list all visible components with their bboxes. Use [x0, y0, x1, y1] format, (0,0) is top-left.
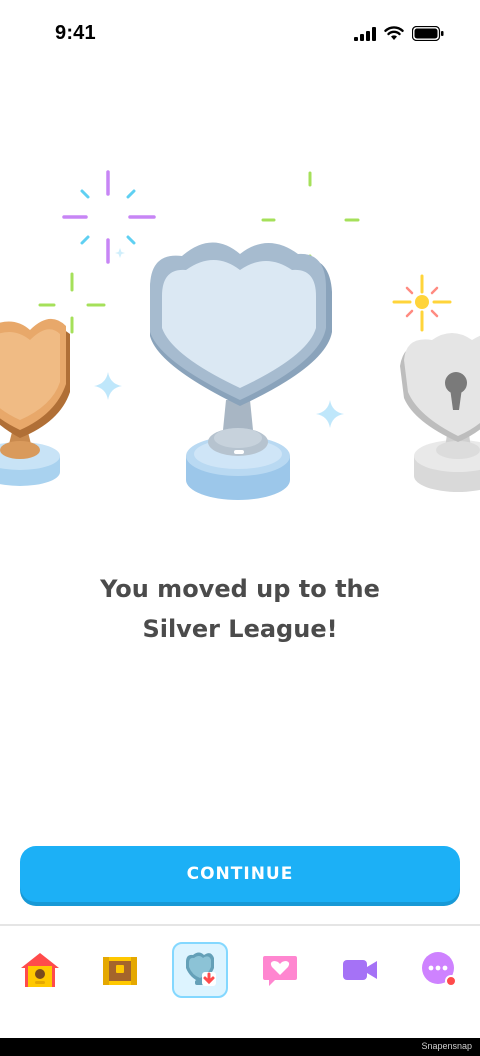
tab-more[interactable]: [412, 942, 468, 998]
home-icon: [21, 953, 59, 987]
tab-friends-chat[interactable]: [252, 942, 308, 998]
continue-button[interactable]: CONTINUE: [20, 846, 460, 902]
tab-leagues[interactable]: [172, 942, 228, 998]
blue-star-icon: [316, 400, 344, 428]
headline-line-2: Silver League!: [142, 615, 338, 643]
treasure-chest-icon: [103, 957, 137, 985]
tab-video[interactable]: [332, 942, 388, 998]
small-star-icon: [115, 248, 125, 258]
cellular-signal-icon: [354, 26, 376, 41]
trophy-league-icon: [186, 952, 216, 986]
continue-button-label: CONTINUE: [186, 864, 294, 884]
status-icons: [354, 26, 444, 41]
league-trophies-illustration: [0, 170, 480, 500]
wifi-icon: [384, 26, 404, 40]
video-camera-icon: [343, 960, 377, 980]
locked-trophy-icon: [400, 333, 480, 492]
blue-star-icon: [94, 372, 122, 400]
purple-sparkle-icon: [62, 170, 156, 264]
status-bar: 9:41: [0, 0, 480, 72]
battery-icon: [412, 26, 444, 41]
notification-dot: [445, 975, 457, 987]
bottom-tab-bar: [0, 926, 480, 1038]
watermark-text: Snapensnap: [421, 1041, 472, 1051]
status-time: 9:41: [55, 22, 96, 44]
tab-chest[interactable]: [92, 942, 148, 998]
silver-trophy-icon: [150, 242, 332, 500]
heart-speech-icon: [263, 956, 297, 986]
tab-home[interactable]: [12, 942, 68, 998]
yellow-sparkle-icon: [392, 274, 452, 332]
watermark-bar: Snapensnap: [0, 1038, 480, 1056]
more-dots-icon: [422, 952, 457, 987]
headline-line-1: You moved up to the: [100, 575, 380, 603]
bronze-trophy-icon: [0, 319, 70, 486]
